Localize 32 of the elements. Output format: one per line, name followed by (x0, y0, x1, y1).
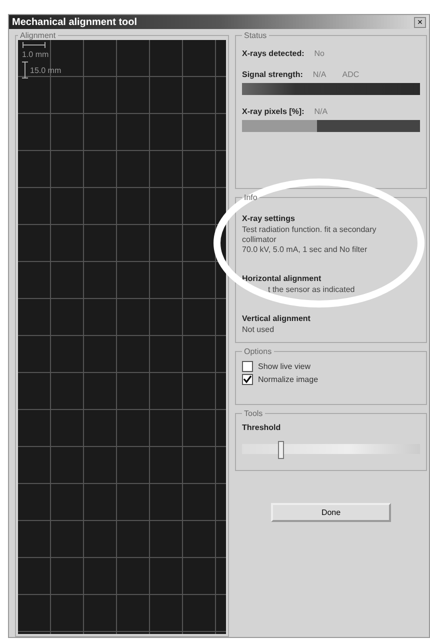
field-label: X-rays detected: (242, 49, 304, 58)
info-text: 70.0 kV, 5.0 mA, 1 sec and No filter (242, 245, 368, 255)
info-text: Not used (242, 325, 276, 335)
done-button[interactable]: Done (271, 503, 391, 522)
slider-thumb[interactable] (278, 441, 284, 459)
vertical-scale-icon (22, 61, 28, 79)
section-heading: Vertical alignment (242, 313, 312, 325)
field-value: N/A (312, 70, 326, 79)
group-label: Alignment (19, 31, 57, 40)
field-value: No (314, 49, 324, 58)
horizontal-scale-icon (22, 42, 46, 48)
field-label: Signal strength: (242, 70, 303, 79)
unit-label: ADC (342, 70, 360, 79)
section-heading: X-ray settings (242, 213, 296, 225)
info-text: t the sensor as indicated (267, 285, 356, 295)
slider-label: Threshold (242, 423, 282, 432)
checkbox-label: Show live view (258, 362, 310, 371)
close-button[interactable]: × (414, 16, 426, 28)
group-label: Options (243, 347, 273, 356)
info-text: Test radiation function. fit a secondary collimator (242, 225, 378, 245)
scale-label: 1.0 mm (22, 50, 49, 59)
checkbox[interactable] (242, 374, 253, 385)
field-label: X-ray pixels [%]: (242, 107, 304, 116)
window-title: Mechanical alignment tool (12, 16, 138, 28)
group-label: Tools (243, 409, 264, 418)
group-label: Info (243, 193, 258, 202)
group-label: Status (243, 31, 268, 40)
checkbox-label: Normalize image (258, 375, 318, 384)
section-heading: Horizontal alignment (242, 273, 322, 285)
scale-label: 15.0 mm (30, 66, 62, 74)
checkbox[interactable] (242, 361, 253, 372)
field-value: N/A (314, 107, 328, 116)
